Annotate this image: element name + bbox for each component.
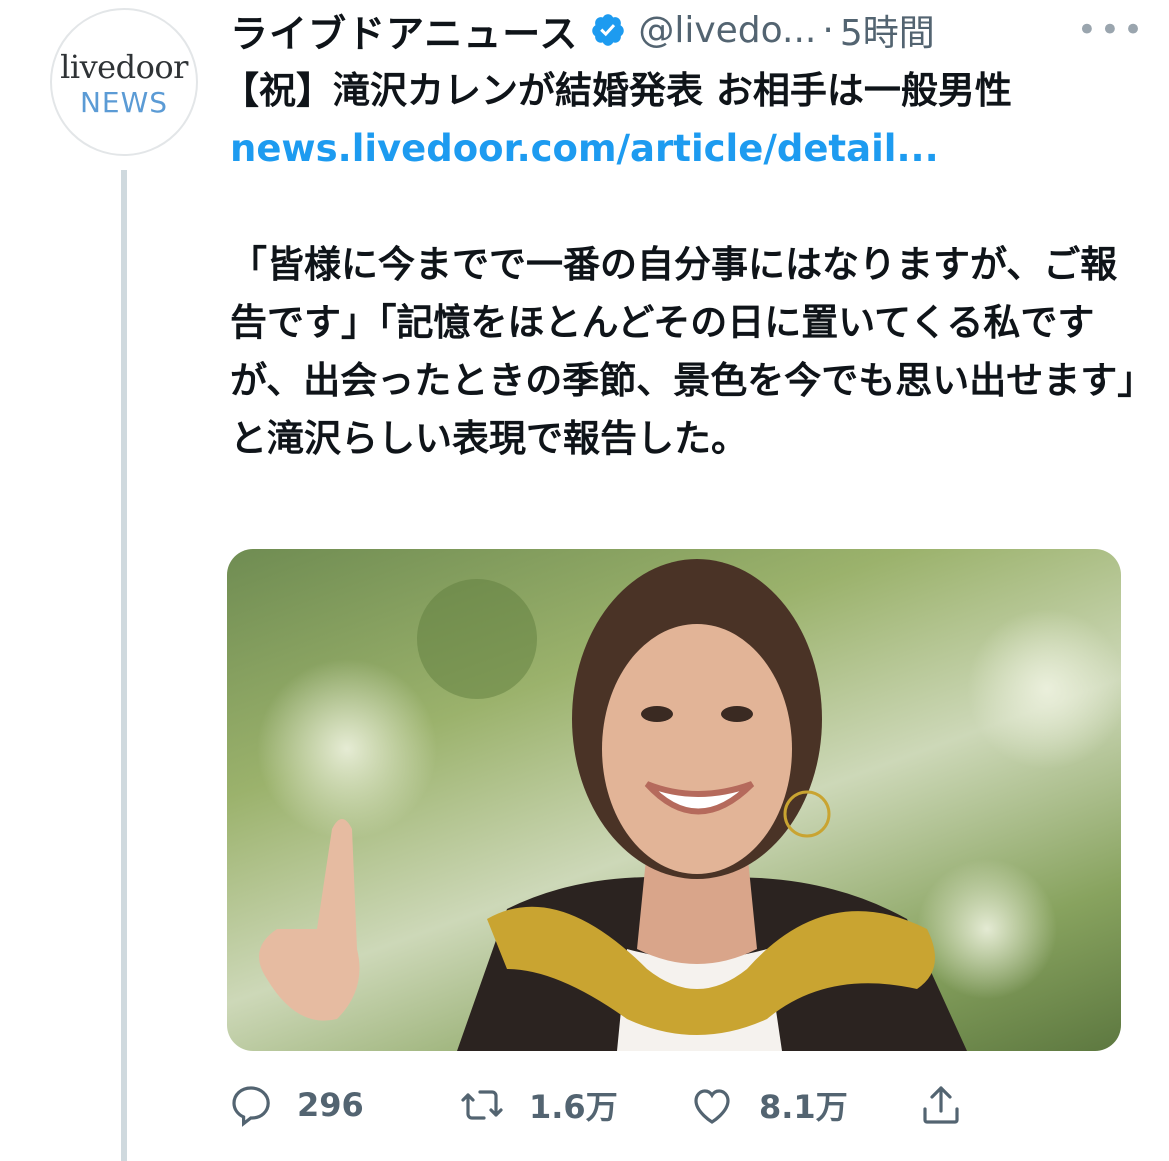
more-icon[interactable]: ••• — [1077, 10, 1150, 50]
like-count: 8.1万 — [759, 1088, 848, 1126]
tweet-title: 【祝】滝沢カレンが結婚発表 お相手は一般男性 — [222, 69, 1012, 112]
tweet-actions: 296 1.6万 8.1万 — [227, 1075, 987, 1135]
article-link[interactable]: news.livedoor.com/article/detail... — [230, 120, 1140, 178]
retweet-icon — [461, 1090, 503, 1120]
tweet-photo[interactable] — [227, 549, 1121, 1051]
tweet-quote: 「皆様に今までで一番の自分事にはなりますが、ご報告です」「記憶をほとんどその日に… — [230, 243, 1136, 460]
timestamp[interactable]: 5時間 — [840, 4, 935, 56]
tweet-text: 【祝】滝沢カレンが結婚発表 お相手は一般男性 news.livedoor.com… — [222, 62, 1140, 468]
tweet-header: ライブドアニュース @livedo... · 5時間 ••• — [230, 4, 1150, 56]
reply-icon — [232, 1086, 270, 1127]
separator: · — [822, 9, 834, 51]
retweet-button[interactable]: 1.6万 — [457, 1075, 618, 1135]
heart-icon — [694, 1089, 730, 1124]
retweet-count: 1.6万 — [529, 1088, 618, 1126]
share-icon — [923, 1086, 959, 1124]
verified-badge-icon — [592, 14, 625, 46]
avatar[interactable]: livedoor NEWS — [50, 8, 198, 156]
reply-button[interactable]: 296 — [227, 1075, 364, 1135]
photo-illustration — [257, 559, 1121, 1051]
like-button[interactable]: 8.1万 — [687, 1075, 848, 1135]
reply-count: 296 — [297, 1086, 364, 1124]
share-button[interactable] — [917, 1075, 965, 1135]
avatar-logo-text: livedoor — [60, 48, 188, 86]
display-name[interactable]: ライブドアニュース — [230, 3, 578, 58]
thread-line — [121, 170, 127, 1161]
handle[interactable]: @livedo... — [638, 10, 816, 51]
avatar-logo-subtext: NEWS — [79, 86, 169, 119]
